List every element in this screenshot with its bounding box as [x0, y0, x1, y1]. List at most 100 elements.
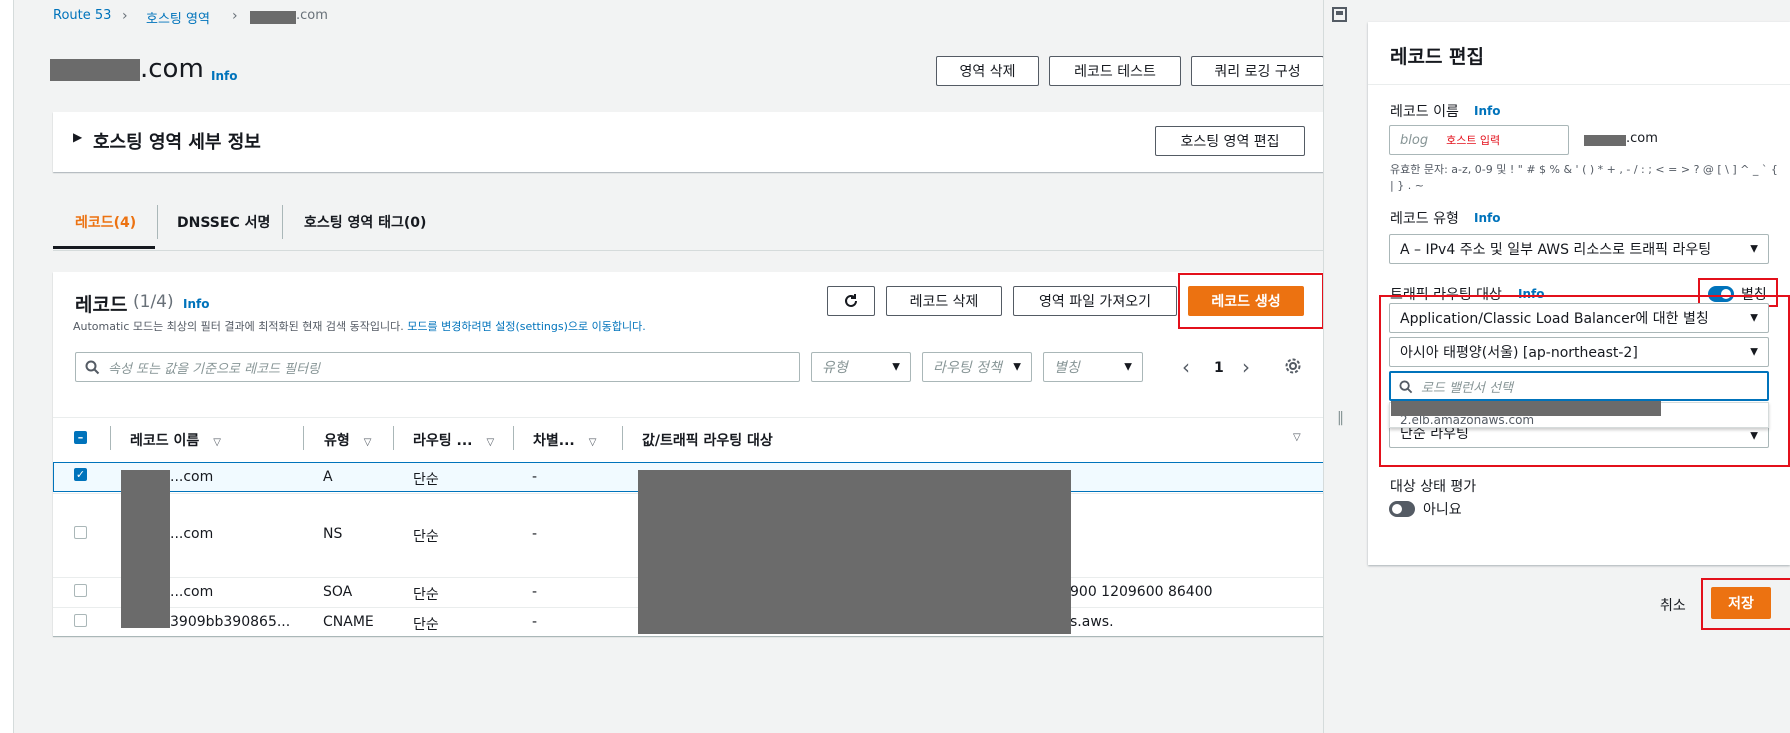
record-type: A — [323, 469, 333, 485]
test-record-button[interactable]: 레코드 테스트 — [1049, 56, 1181, 86]
record-name[interactable]: ...com — [170, 526, 213, 542]
refresh-button[interactable] — [827, 286, 875, 316]
import-zone-file-button[interactable]: 영역 파일 가져오기 — [1013, 286, 1177, 316]
left-nav-strip — [0, 0, 14, 733]
breadcrumb-route53[interactable]: Route 53 — [53, 8, 111, 23]
resize-handle-icon[interactable]: ‖ — [1337, 410, 1344, 426]
host-annotation: 호스트 입력 — [1446, 134, 1501, 147]
col-routing-label: 라우팅 ... — [413, 433, 473, 449]
record-policy: 단순 — [413, 587, 439, 603]
col-routing[interactable]: 라우팅 ... ▽ — [413, 430, 494, 450]
record-name[interactable]: ...com — [170, 584, 213, 600]
record-value: 900 1209600 86400 — [1070, 584, 1213, 600]
col-type[interactable]: 유형 ▽ — [324, 430, 371, 450]
prev-page-icon[interactable]: ‹ — [1182, 355, 1190, 379]
panel-toggle-icon[interactable] — [1332, 7, 1347, 22]
breadcrumb-separator-icon: › — [232, 8, 238, 24]
refresh-icon — [845, 294, 857, 307]
record-type: SOA — [323, 584, 353, 600]
tab-zone-tags[interactable]: 호스팅 영역 태그(0) — [304, 212, 426, 232]
highlight-box-routing — [1379, 295, 1790, 467]
redacted-panel-domain — [1584, 135, 1626, 146]
title-info-link[interactable]: Info — [211, 69, 237, 83]
page-title: .com — [140, 54, 204, 84]
record-search-input[interactable]: 속성 또는 값을 기준으로 레코드 필터링 — [75, 352, 800, 382]
zone-details-title[interactable]: 호스팅 영역 세부 정보 — [93, 128, 261, 154]
record-policy: 단순 — [413, 617, 439, 633]
record-type: NS — [323, 526, 343, 542]
tab-divider — [282, 205, 283, 239]
redacted-values — [638, 470, 1071, 634]
breadcrumb-hosted-zones[interactable]: 호스팅 영역 — [146, 8, 210, 27]
records-info-link[interactable]: Info — [183, 297, 209, 311]
record-type-info[interactable]: Info — [1474, 211, 1500, 225]
record-name-info[interactable]: Info — [1474, 104, 1500, 118]
record-value: s.aws. — [1070, 614, 1114, 630]
health-toggle[interactable] — [1389, 501, 1415, 517]
expand-caret-icon[interactable]: ▶ — [73, 130, 82, 144]
delete-record-button[interactable]: 레코드 삭제 — [886, 286, 1002, 316]
redacted-names — [121, 470, 170, 628]
settings-link[interactable]: 모드를 변경하려면 설정(settings)으로 이동합니다. — [407, 320, 645, 333]
edit-record-panel: 레코드 편집 레코드 이름 Info blog 호스트 입력 .com 유효한 … — [1368, 22, 1790, 565]
sort-caret-icon[interactable]: ▽ — [1293, 432, 1301, 443]
filter-policy-label: 라우팅 정책 — [933, 360, 1002, 376]
row-checkbox[interactable]: ✓ — [74, 468, 87, 481]
filter-alias-label: 별칭 — [1054, 360, 1080, 376]
col-value-label: 값/트래픽 라우팅 대상 — [642, 433, 773, 449]
settings-gear-icon[interactable] — [1284, 357, 1302, 375]
row-checkbox[interactable] — [74, 614, 87, 627]
cancel-button[interactable]: 취소 — [1660, 595, 1686, 615]
panel-divider — [1368, 84, 1790, 85]
edit-zone-button[interactable]: 호스팅 영역 편집 — [1155, 126, 1305, 156]
row-checkbox[interactable] — [74, 526, 87, 539]
filter-policy-select[interactable]: 라우팅 정책 ▼ — [922, 352, 1032, 382]
records-title: 레코드 — [75, 294, 128, 316]
delete-zone-button[interactable]: 영역 삭제 — [936, 56, 1039, 86]
valid-characters-hint: 유효한 문자: a-z, 0-9 및 ! " # $ % & ' ( ) * +… — [1390, 163, 1778, 192]
record-type-label: 레코드 유형 — [1390, 211, 1459, 227]
next-page-icon[interactable]: › — [1242, 355, 1250, 379]
record-diff: - — [532, 469, 538, 485]
caret-down-icon: ▼ — [892, 361, 900, 373]
health-eval-value: 아니요 — [1423, 502, 1462, 518]
record-name-placeholder: blog — [1400, 132, 1429, 148]
caret-down-icon: ▼ — [1124, 361, 1132, 373]
record-policy: 단순 — [413, 529, 439, 545]
records-description-text: Automatic 모드는 최상의 필터 결과에 최적화된 현재 검색 동작입니… — [73, 320, 404, 333]
table-top-border — [53, 417, 1325, 418]
column-divider — [303, 426, 304, 450]
records-count: (1/4) — [133, 292, 174, 312]
record-diff: - — [532, 584, 538, 600]
select-all-checkbox[interactable]: – — [74, 431, 87, 444]
row-checkbox[interactable] — [74, 584, 87, 597]
col-type-label: 유형 — [324, 433, 350, 449]
record-name-suffix: .com — [1626, 131, 1658, 146]
tab-divider — [157, 205, 158, 239]
panel-title: 레코드 편집 — [1390, 46, 1485, 68]
breadcrumb-current-suffix: .com — [296, 8, 328, 23]
caret-down-icon: ▼ — [1750, 243, 1758, 255]
tab-records[interactable]: 레코드(4) — [75, 212, 136, 232]
tabs-underline — [53, 250, 1325, 251]
record-diff: - — [532, 614, 538, 630]
col-value[interactable]: 값/트래픽 라우팅 대상 — [642, 430, 773, 450]
col-record-name[interactable]: 레코드 이름 ▽ — [130, 430, 221, 450]
record-type-select[interactable]: A – IPv4 주소 및 일부 AWS 리소스로 트래픽 라우팅 ▼ — [1389, 234, 1769, 264]
tab-dnssec[interactable]: DNSSEC 서명 — [177, 212, 270, 232]
filter-alias-select[interactable]: 별칭 ▼ — [1043, 352, 1143, 382]
page-number[interactable]: 1 — [1214, 360, 1224, 376]
records-description: Automatic 모드는 최상의 필터 결과에 최적화된 현재 검색 동작입니… — [73, 318, 646, 334]
col-differentiator[interactable]: 차별... ▽ — [533, 430, 596, 450]
filter-type-select[interactable]: 유형 ▼ — [811, 352, 911, 382]
column-divider — [110, 426, 111, 450]
record-type: CNAME — [323, 614, 374, 630]
highlight-box-save — [1701, 578, 1790, 630]
record-name[interactable]: ...com — [170, 469, 213, 485]
record-policy: 단순 — [413, 472, 439, 488]
column-divider — [393, 426, 394, 450]
record-name-input[interactable]: blog 호스트 입력 — [1389, 125, 1569, 155]
query-logging-button[interactable]: 쿼리 로깅 구성 — [1191, 56, 1324, 86]
col-differentiator-label: 차별... — [533, 433, 575, 449]
record-name[interactable]: 3909bb390865... — [170, 614, 290, 630]
